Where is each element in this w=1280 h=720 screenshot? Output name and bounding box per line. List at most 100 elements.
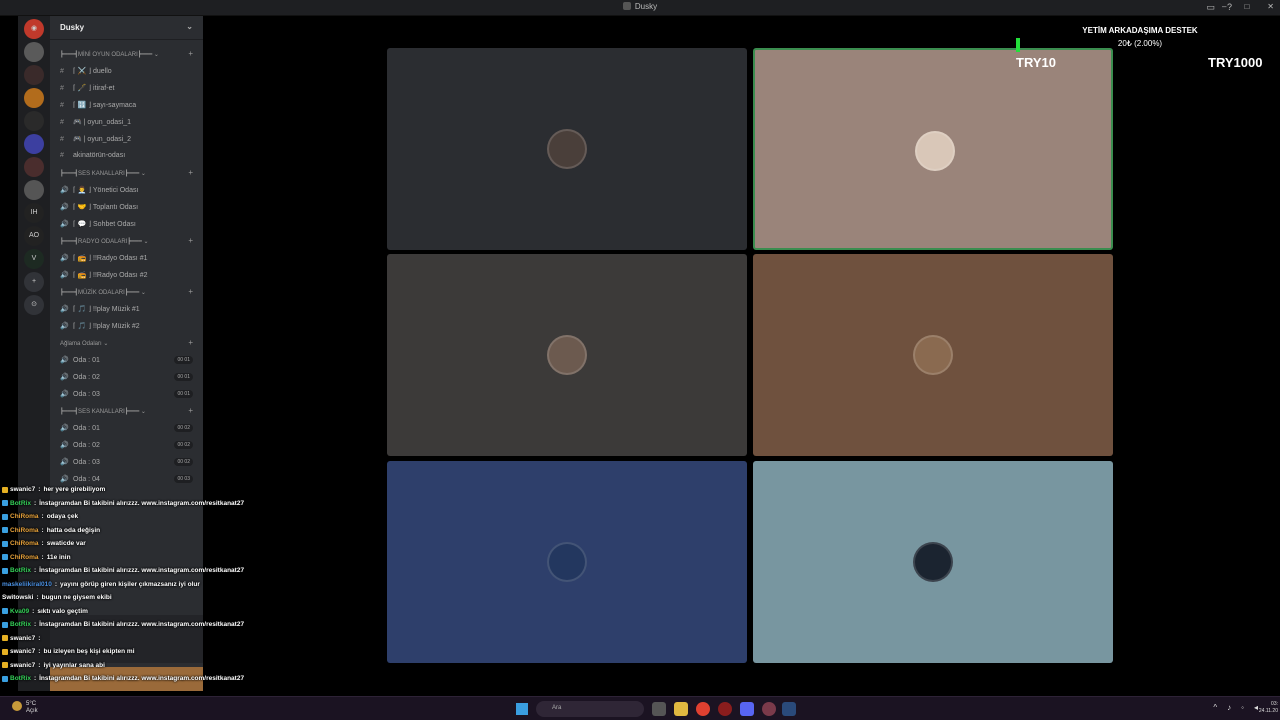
- voice-channel[interactable]: 🔊 Oda : 03 00 01: [50, 386, 203, 403]
- clock[interactable]: 03: 24.11.20: [1259, 701, 1278, 715]
- add-channel-icon[interactable]: +: [188, 287, 193, 296]
- server-icon[interactable]: IH: [24, 203, 44, 223]
- voice-channel[interactable]: 🔊 Oda : 01 00 02: [50, 420, 203, 437]
- chat-separator: :: [33, 621, 37, 629]
- discord-icon[interactable]: [740, 702, 754, 716]
- voice-channel[interactable]: 🔊 Oda : 01 00 01: [50, 352, 203, 369]
- channel-category[interactable]: ┣━━━┫SES KANALLARI┣━━━ ⌄ +: [50, 165, 203, 182]
- chat-username: BotRix: [10, 567, 31, 575]
- chrome-icon[interactable]: [696, 702, 710, 716]
- text-channel[interactable]: # ⌈ 🖋️ ⌋ itiraf-et: [50, 80, 203, 97]
- add-channel-icon[interactable]: +: [188, 49, 193, 58]
- text-channel[interactable]: # ⌈ 🔢 ⌋ sayı-saymaca: [50, 97, 203, 114]
- channel-label: ⌈ 🖋️ ⌋ itiraf-et: [73, 85, 115, 92]
- video-grid: [203, 16, 1280, 691]
- user-count-badge: 00 01: [174, 390, 193, 398]
- maximize-button[interactable]: □: [1244, 2, 1249, 11]
- speaker-icon: 🔊: [60, 357, 69, 364]
- chat-username: Kva09: [10, 607, 30, 615]
- obs-icon[interactable]: [762, 702, 776, 716]
- voice-channel[interactable]: 🔊 ⌈ 📻 ⌋ !!Radyo Odası #2: [50, 267, 203, 284]
- add-server-icon[interactable]: +: [24, 272, 44, 292]
- chat-username: BotRix: [10, 499, 31, 507]
- voice-channel[interactable]: 🔊 ⌈ 📻 ⌋ !!Radyo Odası #1: [50, 250, 203, 267]
- chat-text: iyi yayınlar sana abi: [43, 661, 105, 669]
- server-icon[interactable]: [24, 88, 44, 108]
- minimize-button[interactable]: –: [1222, 2, 1226, 11]
- server-icon[interactable]: [24, 180, 44, 200]
- voice-channel[interactable]: 🔊 ⌈ 🤝 ⌋ Toplantı Odası: [50, 199, 203, 216]
- file-explorer-icon[interactable]: [674, 702, 688, 716]
- donation-goal-high: TRY1000: [1208, 55, 1263, 70]
- channel-label: 🎮 | oyun_odasi_2: [73, 136, 132, 143]
- text-channel[interactable]: # akinatörün-odası: [50, 148, 203, 165]
- server-icon[interactable]: [24, 157, 44, 177]
- participant-tile[interactable]: [753, 48, 1113, 250]
- microphone-icon[interactable]: ♪: [1227, 703, 1231, 712]
- participant-tile[interactable]: [387, 461, 747, 663]
- avatar: [547, 542, 587, 582]
- app-icon[interactable]: [718, 702, 732, 716]
- text-channel[interactable]: # 🎮 | oyun_odasi_2: [50, 131, 203, 148]
- text-channel[interactable]: # ⌈ ⚔️ ⌋ duello: [50, 63, 203, 80]
- participant-tile[interactable]: [753, 254, 1113, 456]
- explore-icon[interactable]: ⊙: [24, 295, 44, 315]
- server-icon[interactable]: V: [24, 249, 44, 269]
- speaker-icon: 🔊: [60, 459, 69, 466]
- badge-icon: [2, 608, 8, 615]
- chat-message: ChiRoma:11e inin: [2, 551, 272, 565]
- channel-category[interactable]: ┣━━━┫MİNİ OYUN ODALARI┣━━━ ⌄ +: [50, 46, 203, 63]
- task-view-icon[interactable]: [652, 702, 666, 716]
- add-channel-icon[interactable]: +: [188, 168, 193, 177]
- taskbar-search[interactable]: Ara: [536, 701, 644, 717]
- voice-channel[interactable]: 🔊 ⌈ 💬 ⌋ Sohbet Odası: [50, 216, 203, 233]
- inbox-icon[interactable]: ▭: [1206, 2, 1215, 13]
- user-count-badge: 00 01: [174, 356, 193, 364]
- chat-username: ChiRoma: [10, 540, 39, 548]
- channel-label: Oda : 02: [73, 374, 100, 381]
- server-icon[interactable]: [24, 65, 44, 85]
- server-icon[interactable]: [24, 134, 44, 154]
- chat-message: maskeliikiral010: yayını görüp giren kişi…: [2, 578, 272, 592]
- speaker-icon[interactable]: ◂: [1254, 703, 1258, 712]
- guild-header[interactable]: Dusky ⌄: [50, 16, 203, 40]
- server-icon[interactable]: [24, 42, 44, 62]
- chat-overlay: swanic7: her yere girebiliyom BotRix: İnsta…: [2, 483, 272, 698]
- participant-tile[interactable]: [387, 48, 747, 250]
- add-channel-icon[interactable]: +: [188, 236, 193, 245]
- channel-label: Oda : 01: [73, 357, 100, 364]
- badge-icon: [2, 635, 8, 642]
- chat-message: BotRix: İnstagramdan Bi takibini alırızzz…: [2, 618, 272, 632]
- speaker-icon: 🔊: [60, 272, 69, 279]
- avatar: [913, 335, 953, 375]
- voice-channel[interactable]: 🔊 ⌈ 🎵 ⌋ !!play Müzik #2: [50, 318, 203, 335]
- chat-text: İnstagramdan Bi takibini alırızzz. www.i…: [39, 499, 245, 507]
- discord-home-icon[interactable]: ◉: [24, 19, 44, 39]
- participant-tile[interactable]: [387, 254, 747, 456]
- channel-category[interactable]: ┣━━━┫RADYO ODALARI┣━━━ ⌄ +: [50, 233, 203, 250]
- voice-channel[interactable]: 🔊 Oda : 02 00 01: [50, 369, 203, 386]
- text-channel[interactable]: # 🎮 | oyun_odasi_1: [50, 114, 203, 131]
- weather-widget[interactable]: 5°C Açık: [12, 701, 38, 715]
- windows-start-icon[interactable]: [516, 703, 528, 715]
- channel-label: 🎮 | oyun_odasi_1: [73, 119, 132, 126]
- steam-icon[interactable]: [782, 702, 796, 716]
- weather-icon: [12, 701, 22, 711]
- voice-channel[interactable]: 🔊 ⌈ 👨‍💼 ⌋ Yönetici Odası: [50, 182, 203, 199]
- server-icon[interactable]: [24, 111, 44, 131]
- add-channel-icon[interactable]: +: [188, 338, 193, 347]
- channel-category[interactable]: ┣━━━┫SES KANALLARI┣━━━ ⌄ +: [50, 403, 203, 420]
- add-channel-icon[interactable]: +: [188, 406, 193, 415]
- participant-tile[interactable]: [753, 461, 1113, 663]
- voice-channel[interactable]: 🔊 Oda : 03 00 02: [50, 454, 203, 471]
- close-button[interactable]: ✕: [1267, 2, 1274, 11]
- channel-label: Oda : 03: [73, 391, 100, 398]
- server-icon[interactable]: AO: [24, 226, 44, 246]
- chevron-up-icon[interactable]: ^: [1213, 703, 1217, 712]
- channel-category[interactable]: Ağlama Odaları ⌄ +: [50, 335, 203, 352]
- voice-channel[interactable]: 🔊 Oda : 02 00 02: [50, 437, 203, 454]
- chat-separator: :: [41, 526, 44, 534]
- channel-category[interactable]: ┣━━━┫MÜZİK ODALARI┣━━━ ⌄ +: [50, 284, 203, 301]
- network-icon[interactable]: ◦: [1241, 703, 1244, 712]
- voice-channel[interactable]: 🔊 ⌈ 🎵 ⌋ !!play Müzik #1: [50, 301, 203, 318]
